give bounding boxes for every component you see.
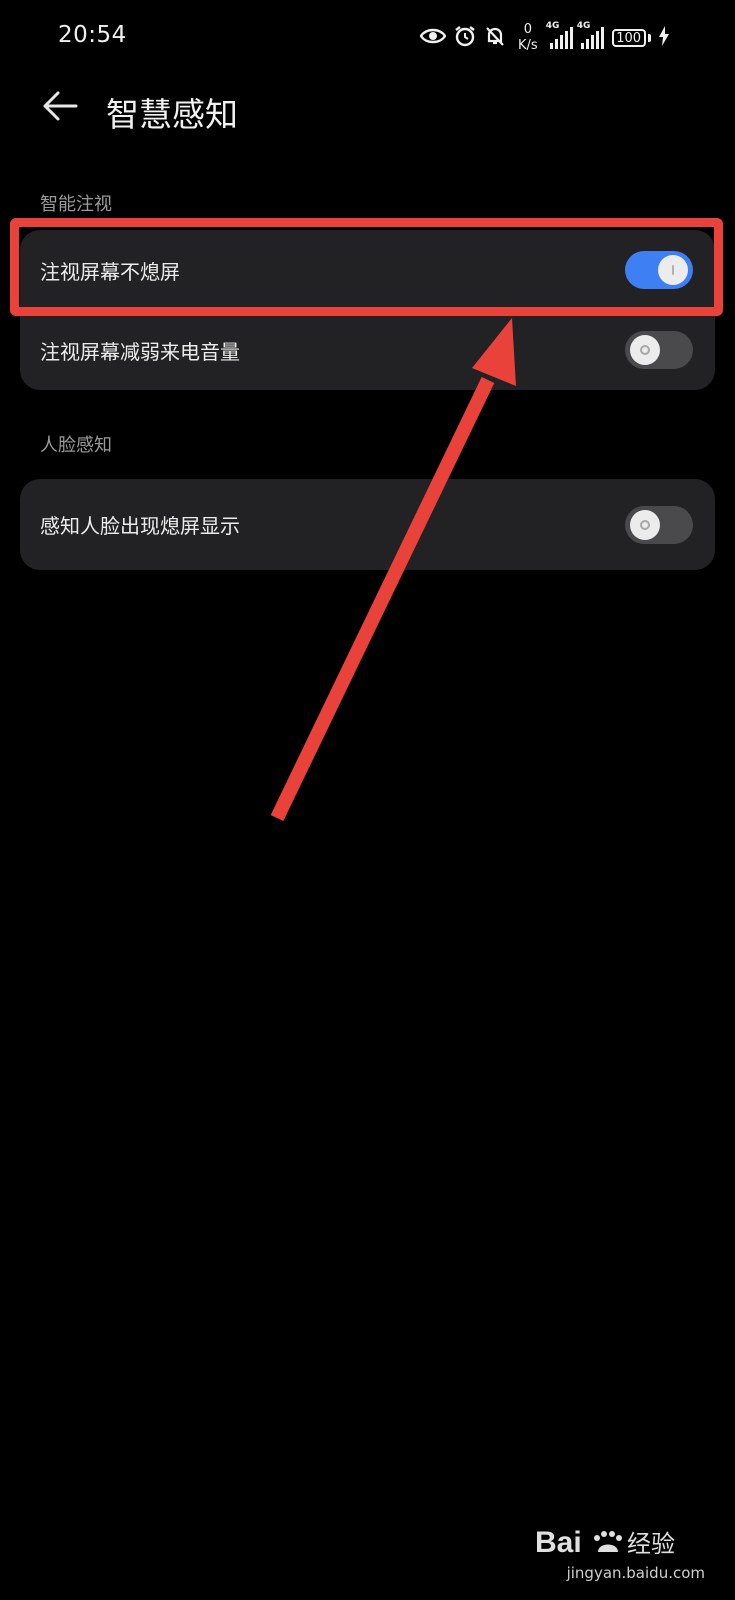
net-speed-unit: K/s	[518, 38, 538, 53]
settings-card-face-detection: 感知人脸出现熄屏显示	[20, 479, 715, 570]
alarm-icon	[454, 25, 476, 51]
eye-icon	[419, 27, 447, 49]
svg-text:Bai: Bai	[535, 1526, 582, 1559]
toggle-switch-on[interactable]	[625, 251, 693, 289]
toggle-knob	[658, 255, 688, 285]
toggle-knob	[630, 335, 660, 365]
section-label-face-detection: 人脸感知	[40, 435, 112, 456]
status-bar: 20:54 0 K/s 4G 4G 100	[0, 0, 735, 76]
header: 智慧感知	[0, 76, 735, 142]
arrow-left-icon	[42, 90, 78, 126]
signal-label: 4G	[576, 21, 591, 31]
status-time: 20:54	[58, 22, 127, 48]
signal-label: 4G	[545, 21, 560, 31]
signal-icon: 4G	[577, 21, 604, 49]
status-icons: 0 K/s 4G 4G 100	[419, 18, 669, 58]
watermark-url: jingyan.baidu.com	[566, 1564, 705, 1582]
setting-row-gaze-keep-screen-on[interactable]: 注视屏幕不熄屏	[20, 230, 715, 310]
battery-icon: 100	[611, 29, 651, 47]
setting-label: 注视屏幕不熄屏	[40, 259, 180, 284]
back-button[interactable]	[36, 84, 84, 132]
toggle-switch-off[interactable]	[625, 331, 693, 369]
setting-row-face-aod[interactable]: 感知人脸出现熄屏显示	[20, 479, 715, 570]
net-speed-value: 0	[523, 22, 532, 37]
page-title: 智慧感知	[106, 95, 238, 134]
section-label-smart-gaze: 智能注视	[40, 194, 112, 215]
settings-card-smart-gaze: 注视屏幕不熄屏 注视屏幕减弱来电音量	[20, 230, 715, 390]
setting-row-gaze-lower-ringtone[interactable]: 注视屏幕减弱来电音量	[20, 310, 715, 390]
setting-label: 感知人脸出现熄屏显示	[40, 514, 240, 538]
bell-muted-icon	[484, 25, 506, 51]
toggle-switch-off[interactable]	[625, 505, 693, 544]
toggle-knob	[630, 509, 660, 540]
signal-icon: 4G	[546, 21, 573, 49]
battery-level: 100	[611, 29, 646, 47]
net-speed: 0 K/s	[518, 22, 538, 54]
baidu-jingyan-watermark: Bai 经验 jingyan.baidu.com	[535, 1522, 705, 1582]
setting-label: 注视屏幕减弱来电音量	[40, 339, 240, 364]
svg-text:经验: 经验	[627, 1530, 675, 1558]
charging-icon	[658, 26, 669, 50]
baidu-logo-icon: Bai 经验	[535, 1526, 675, 1559]
